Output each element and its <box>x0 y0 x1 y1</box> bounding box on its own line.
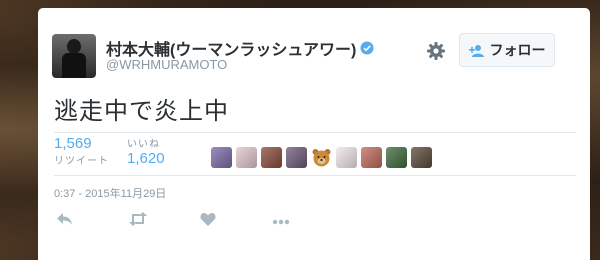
divider <box>54 132 576 133</box>
action-bar <box>56 212 344 230</box>
reply-icon <box>57 213 72 225</box>
liker-avatar-icon[interactable] <box>261 147 282 168</box>
liker-avatar-icon[interactable] <box>336 147 357 168</box>
follow-button[interactable]: フォロー <box>459 33 555 67</box>
add-person-icon <box>468 44 484 57</box>
avatar-figure-body <box>62 53 86 78</box>
tweet-card: 村本大輔(ウーマンラッシュアワー) @WRHMURAMOTO フォロー 逃走中で… <box>38 8 590 260</box>
like-icon <box>200 213 216 226</box>
more-icon <box>272 219 290 225</box>
tweet-text: 逃走中で炎上中 <box>54 98 229 125</box>
retweet-count: 1,569 <box>54 135 92 152</box>
reply-button[interactable] <box>56 212 128 230</box>
user-handle[interactable]: @WRHMURAMOTO <box>106 57 227 72</box>
tweet-timestamp[interactable]: 0:37 - 2015年11月29日 <box>54 185 166 201</box>
like-count: 1,620 <box>127 150 165 167</box>
liker-avatar-icon[interactable] <box>236 147 257 168</box>
like-button[interactable] <box>200 212 272 230</box>
retweet-icon <box>129 212 147 226</box>
retweet-label: リツイート <box>54 156 109 167</box>
liker-avatar-icon[interactable] <box>386 147 407 168</box>
avatar-figure-head <box>67 39 81 54</box>
liker-avatar-icon[interactable] <box>361 147 382 168</box>
liker-avatar-icon[interactable] <box>411 147 432 168</box>
follow-button-label: フォロー <box>489 42 546 58</box>
avatar[interactable] <box>52 34 96 78</box>
retweet-stat[interactable]: 1,569 リツイート <box>54 135 109 167</box>
liker-avatar-icon[interactable] <box>286 147 307 168</box>
more-button[interactable] <box>272 212 344 230</box>
liker-avatars <box>211 147 432 168</box>
like-label: いいね <box>127 139 160 150</box>
divider <box>54 175 576 176</box>
verified-badge-icon <box>360 41 374 55</box>
gear-icon[interactable] <box>426 41 446 61</box>
like-stat[interactable]: いいね 1,620 <box>127 135 165 167</box>
bear-emoji-icon[interactable] <box>311 147 332 168</box>
liker-avatar-icon[interactable] <box>211 147 232 168</box>
retweet-button[interactable] <box>128 212 200 230</box>
